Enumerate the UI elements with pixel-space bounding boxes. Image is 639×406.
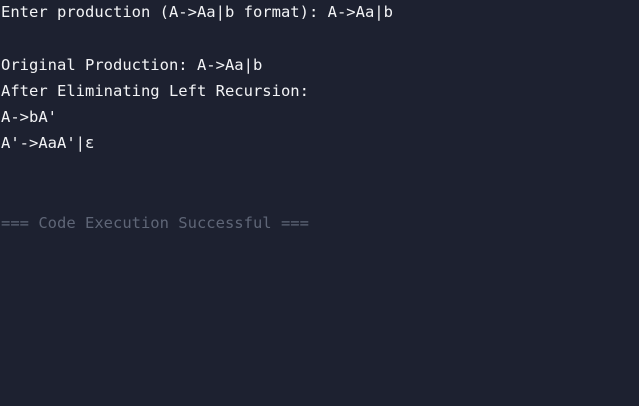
elimination-heading-line: After Eliminating Left Recursion: — [1, 82, 309, 100]
execution-status-line: === Code Execution Successful === — [1, 214, 309, 232]
input-prompt-line: Enter production (A->Aa|b format): A->Aa… — [1, 3, 393, 21]
result-production-line-1: A->bA' — [1, 108, 57, 126]
original-production-line: Original Production: A->Aa|b — [1, 56, 263, 74]
output-console: Enter production (A->Aa|b format): A->Aa… — [0, 0, 639, 406]
result-production-line-2: A'->AaA'|ε — [1, 134, 95, 152]
